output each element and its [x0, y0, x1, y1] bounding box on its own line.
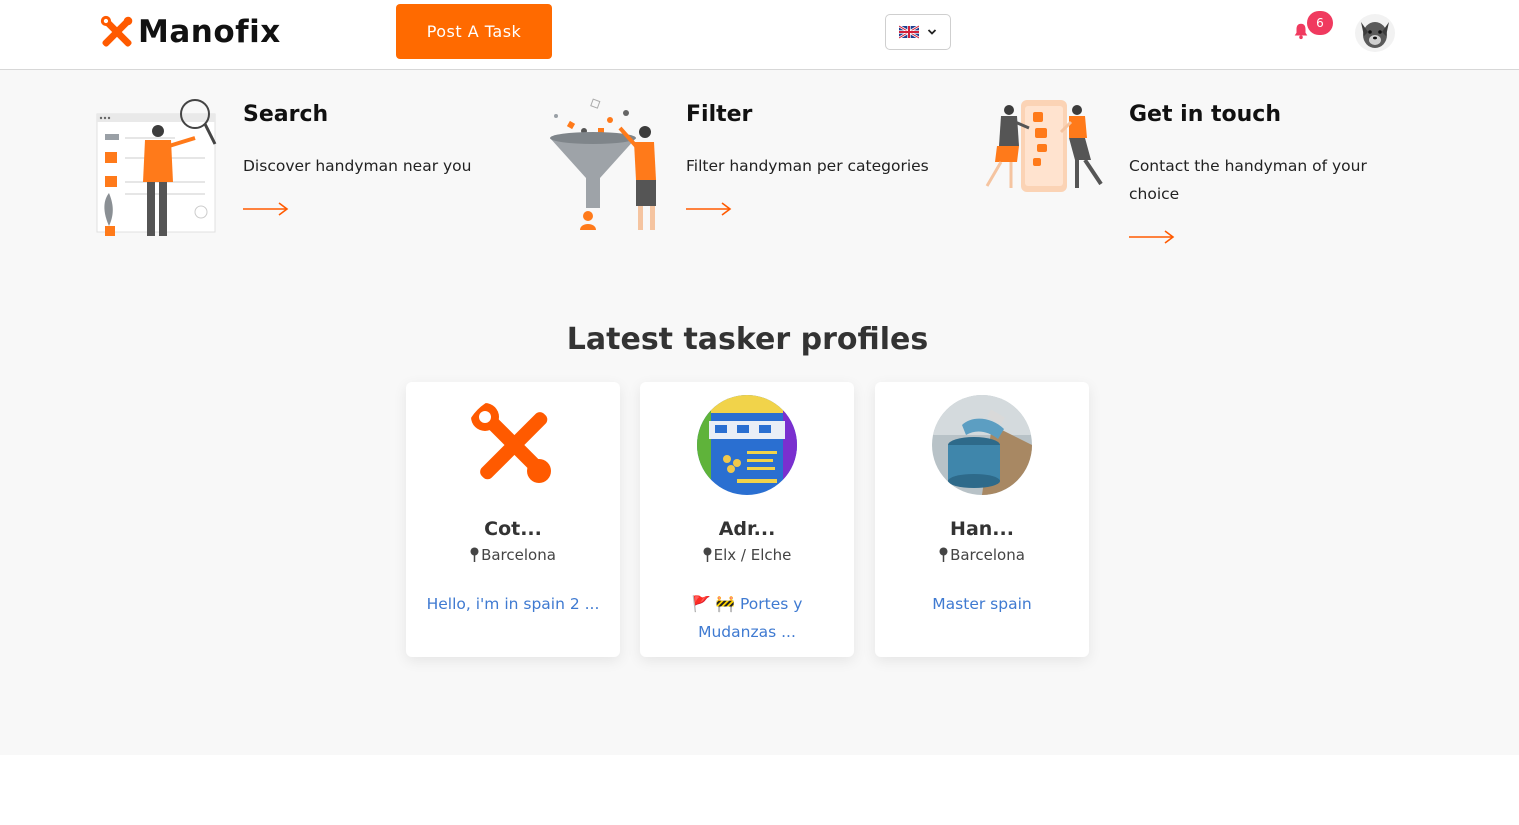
tasker-location: Barcelona: [406, 546, 620, 564]
feature-title: Get in touch: [1129, 102, 1282, 127]
feature-description: Discover handyman near you: [243, 157, 472, 175]
feature-title: Filter: [686, 102, 753, 127]
contact-illustration-icon: [985, 100, 1103, 192]
paint-bucket-photo: [932, 395, 1032, 495]
location-text: Barcelona: [950, 546, 1025, 564]
tasker-card[interactable]: Cot... Barcelona Hello, i'm in spain 2 .…: [406, 382, 620, 657]
tasker-avatar: [463, 395, 563, 495]
avatar-image: [1355, 14, 1395, 52]
top-navbar: Manofix Post A Task 6: [0, 0, 1519, 70]
location-text: Barcelona: [481, 546, 556, 564]
pin-icon: [939, 547, 948, 562]
tasker-location: Barcelona: [875, 546, 1089, 564]
pin-icon: [470, 547, 479, 562]
feature-description: Filter handyman per categories: [686, 157, 929, 175]
arrow-right-icon[interactable]: [1129, 230, 1175, 244]
tasker-location: Elx / Elche: [640, 546, 854, 564]
uk-flag-icon: [899, 25, 919, 39]
tasker-description[interactable]: Hello, i'm in spain 2 ...: [420, 590, 606, 618]
latest-profiles-title: Latest tasker profiles: [566, 322, 929, 357]
main-content: Search Discover handyman near you Filter…: [0, 70, 1519, 755]
filter-illustration-icon: [550, 98, 656, 230]
location-text: Elx / Elche: [713, 546, 792, 564]
tasker-description[interactable]: Master spain: [889, 590, 1075, 618]
language-select[interactable]: [885, 14, 951, 50]
tasker-avatar: [697, 395, 797, 495]
user-avatar[interactable]: [1355, 14, 1395, 52]
logo[interactable]: Manofix: [100, 14, 281, 50]
notification-badge: 6: [1307, 11, 1333, 35]
tasker-description[interactable]: 🚩 🚧 Portes y Mudanzas ...: [654, 590, 840, 646]
tasker-name: Cot...: [484, 518, 542, 540]
logo-text: Manofix: [138, 14, 281, 50]
search-illustration-icon: [96, 99, 217, 236]
pin-icon: [703, 547, 712, 562]
tasker-avatar: [932, 395, 1032, 495]
post-task-button[interactable]: Post A Task: [396, 4, 552, 59]
tasker-card[interactable]: Adr... Elx / Elche 🚩 🚧 Portes y Mudanzas…: [640, 382, 854, 657]
feature-title: Search: [243, 102, 329, 127]
chevron-down-icon: [927, 29, 937, 35]
flyer-avatar-image: [697, 395, 797, 495]
feature-description: Contact the handyman of your choice: [1129, 157, 1367, 203]
tools-logo-icon: [463, 395, 563, 495]
tasker-name: Adr...: [718, 518, 776, 540]
tasker-card[interactable]: Han... Barcelona Master spain: [875, 382, 1089, 657]
arrow-right-icon[interactable]: [686, 202, 732, 216]
tools-logo-icon: [100, 15, 133, 47]
arrow-right-icon[interactable]: [243, 202, 289, 216]
tasker-name: Han...: [950, 518, 1014, 540]
